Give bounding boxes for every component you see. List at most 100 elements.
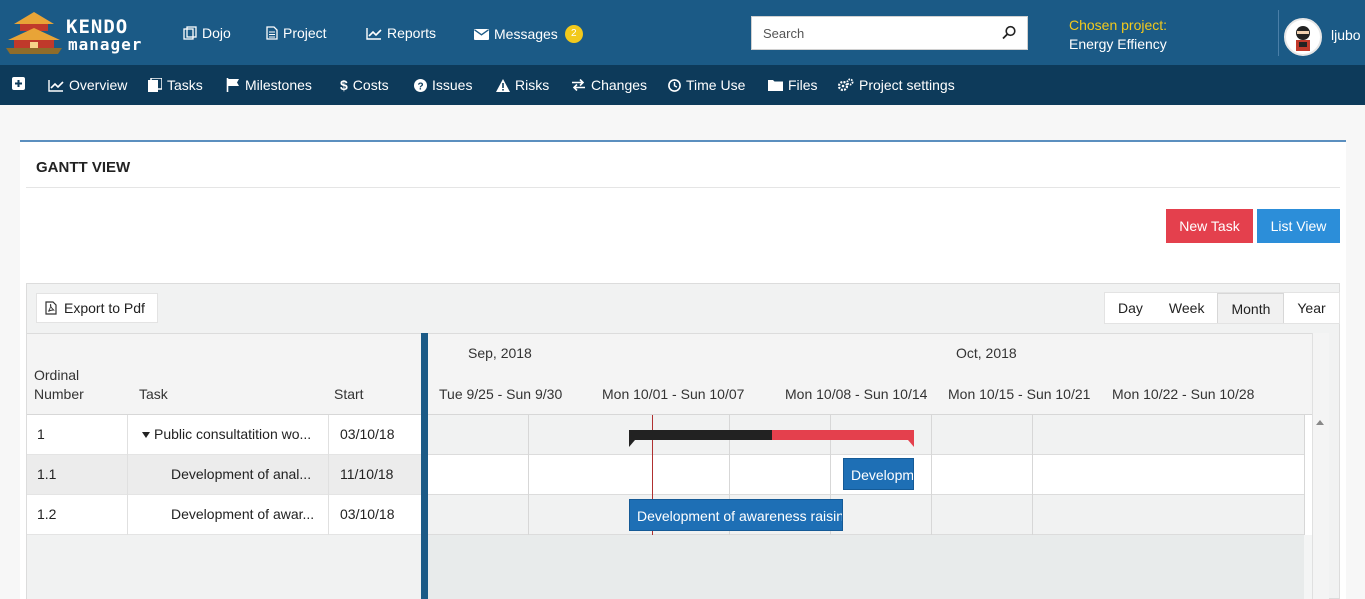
search-icon[interactable] bbox=[1001, 25, 1017, 41]
pagoda-logo-icon bbox=[6, 12, 62, 54]
logo-wordmark: KENDO manager bbox=[66, 16, 143, 54]
nav-messages-label: Messages bbox=[494, 26, 558, 42]
subnav-milestones[interactable]: Milestones bbox=[226, 77, 312, 93]
nav-dojo[interactable]: Dojo bbox=[183, 25, 231, 41]
scroll-up-arrow-icon[interactable] bbox=[1316, 420, 1324, 425]
copy-icon bbox=[183, 26, 197, 40]
subnav-files[interactable]: Files bbox=[768, 77, 818, 93]
week-label: Mon 10/08 - Sun 10/14 bbox=[785, 386, 928, 402]
subnav-tasks-label: Tasks bbox=[167, 77, 203, 93]
collapse-triangle-icon[interactable] bbox=[142, 432, 150, 439]
subnav-issues-label: Issues bbox=[432, 77, 473, 93]
task-bar[interactable]: Developm bbox=[843, 458, 914, 490]
nav-dojo-label: Dojo bbox=[202, 25, 231, 41]
nav-messages[interactable]: Messages 2 bbox=[474, 25, 583, 43]
week-label: Mon 10/01 - Sun 10/07 bbox=[602, 386, 745, 402]
plus-square-icon bbox=[12, 77, 25, 90]
row-ordinal: 1 bbox=[37, 426, 45, 442]
svg-text:?: ? bbox=[417, 81, 423, 92]
view-week-button[interactable]: Week bbox=[1156, 293, 1218, 323]
row-task-name: Development of awar... bbox=[127, 495, 328, 535]
line-chart-icon bbox=[366, 27, 382, 40]
timeline-empty-area bbox=[428, 535, 1304, 599]
timeline-row bbox=[428, 495, 1304, 535]
subnav-costs[interactable]: $ Costs bbox=[340, 77, 389, 93]
tasks-icon bbox=[148, 78, 162, 92]
document-icon bbox=[266, 26, 278, 40]
subnav-overview[interactable]: Overview bbox=[48, 77, 127, 93]
grid-splitter[interactable] bbox=[421, 333, 428, 599]
row-start: 11/10/18 bbox=[328, 455, 421, 495]
row-start: 03/10/18 bbox=[328, 415, 421, 455]
flag-icon bbox=[226, 78, 239, 92]
username[interactable]: ljubo bbox=[1331, 27, 1361, 43]
timeline-gridline bbox=[528, 415, 529, 535]
summary-task-bar[interactable] bbox=[629, 430, 914, 447]
timeline-header bbox=[428, 333, 1312, 415]
timeline-right-edge bbox=[1304, 415, 1312, 535]
question-icon: ? bbox=[414, 78, 427, 92]
search-box bbox=[751, 16, 1028, 50]
nav-reports[interactable]: Reports bbox=[366, 25, 436, 41]
clock-icon bbox=[668, 78, 681, 92]
add-button[interactable] bbox=[12, 77, 25, 90]
row-task-cell: Public consultatition wo... bbox=[127, 415, 328, 455]
row-task-name: Public consultatition wo... bbox=[154, 426, 312, 442]
table-row[interactable]: 1.2 Development of awar... 03/10/18 bbox=[27, 495, 421, 535]
subnav-changes-label: Changes bbox=[591, 77, 648, 93]
column-header-ordinal[interactable]: Ordinal Number bbox=[34, 367, 84, 402]
warning-icon bbox=[496, 78, 510, 92]
subnav-costs-label: Costs bbox=[352, 77, 389, 93]
row-ordinal: 1.2 bbox=[37, 506, 57, 522]
table-row[interactable]: 1 Public consultatition wo... 03/10/18 bbox=[27, 415, 421, 455]
table-row[interactable]: 1.1 Development of anal... 11/10/18 bbox=[27, 455, 421, 495]
nav-project-label: Project bbox=[283, 25, 327, 41]
subnav-issues[interactable]: ? Issues bbox=[414, 77, 472, 93]
export-pdf-button[interactable]: Export to Pdf bbox=[36, 293, 158, 323]
vertical-scrollbar[interactable] bbox=[1312, 333, 1329, 599]
envelope-icon bbox=[474, 28, 489, 40]
view-year-button[interactable]: Year bbox=[1284, 293, 1338, 323]
ninja-avatar-icon bbox=[1296, 26, 1310, 51]
kendo-manager-logo[interactable]: KENDO manager bbox=[4, 8, 154, 58]
title-divider bbox=[26, 187, 1340, 188]
export-pdf-label: Export to Pdf bbox=[64, 300, 145, 316]
view-switcher: Day Week Month Year bbox=[1104, 292, 1340, 324]
dollar-icon: $ bbox=[340, 77, 348, 93]
subnav-milestones-label: Milestones bbox=[245, 77, 312, 93]
subnav-time-use[interactable]: Time Use bbox=[668, 77, 745, 93]
month-label-sep: Sep, 2018 bbox=[468, 345, 532, 361]
subnav-time-use-label: Time Use bbox=[686, 77, 746, 93]
new-task-button[interactable]: New Task bbox=[1166, 209, 1253, 243]
view-month-button[interactable]: Month bbox=[1217, 293, 1285, 323]
week-label: Mon 10/22 - Sun 10/28 bbox=[1112, 386, 1255, 402]
column-header-start[interactable]: Start bbox=[334, 386, 364, 402]
timeline-gridline bbox=[1032, 415, 1033, 535]
week-label: Tue 9/25 - Sun 9/30 bbox=[439, 386, 563, 402]
nav-project[interactable]: Project bbox=[266, 25, 327, 41]
pdf-file-icon bbox=[45, 301, 57, 315]
subnav-tasks[interactable]: Tasks bbox=[148, 77, 203, 93]
row-task-name: Development of anal... bbox=[127, 455, 328, 495]
list-view-button[interactable]: List View bbox=[1257, 209, 1340, 243]
row-ordinal: 1.1 bbox=[37, 466, 57, 482]
avatar[interactable] bbox=[1284, 18, 1322, 56]
subnav-project-settings[interactable]: Project settings bbox=[838, 77, 955, 93]
chosen-project-name[interactable]: Energy Effiency bbox=[1069, 36, 1167, 52]
week-label: Mon 10/15 - Sun 10/21 bbox=[948, 386, 1091, 402]
subnav-risks[interactable]: Risks bbox=[496, 77, 549, 93]
navbar-divider bbox=[1278, 10, 1279, 56]
nav-reports-label: Reports bbox=[387, 25, 437, 41]
exchange-icon bbox=[572, 79, 585, 91]
project-subnav: Overview Tasks Milestones $ Costs ? Issu… bbox=[0, 65, 1365, 105]
subnav-risks-label: Risks bbox=[515, 77, 550, 93]
area-chart-icon bbox=[48, 79, 64, 92]
search-input[interactable] bbox=[752, 17, 992, 49]
page-title: GANTT VIEW bbox=[36, 159, 131, 176]
subnav-changes[interactable]: Changes bbox=[571, 77, 647, 93]
task-bar[interactable]: Development of awareness raisin bbox=[629, 499, 843, 531]
column-header-task[interactable]: Task bbox=[139, 386, 168, 402]
task-grid-header: Ordinal Number Task Start bbox=[27, 333, 421, 415]
timeline-gridline bbox=[931, 415, 932, 535]
view-day-button[interactable]: Day bbox=[1105, 293, 1156, 323]
